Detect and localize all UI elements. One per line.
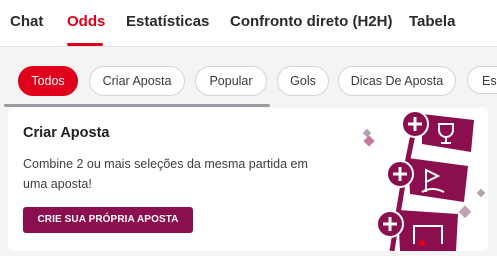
filter-es-partial[interactable]: Es xyxy=(467,66,497,94)
tab-tabela[interactable]: Tabela xyxy=(409,13,455,30)
horizontal-scrollbar[interactable] xyxy=(4,104,270,107)
card-description: Combine 2 ou mais seleções da mesma part… xyxy=(23,157,308,191)
filter-dicas-de-aposta[interactable]: Dicas De Aposta xyxy=(338,66,456,96)
decor-diamond-icon xyxy=(476,188,486,198)
create-bet-button[interactable]: CRIE SUA PRÓPRIA APOSTA xyxy=(23,207,193,233)
bet-builder-card: Criar Aposta Combine 2 ou mais seleções … xyxy=(8,108,488,251)
decor-diamond-icon xyxy=(458,205,472,219)
tab-estatisticas[interactable]: Estatísticas xyxy=(126,13,209,30)
top-tab-bar: Chat Odds Estatísticas Confronto direto … xyxy=(0,0,497,47)
filter-chips: Todos Criar Aposta Popular Gols Dicas De… xyxy=(0,66,497,96)
tab-odds[interactable]: Odds xyxy=(67,13,105,30)
filter-gols[interactable]: Gols xyxy=(277,66,329,96)
active-tab-indicator xyxy=(67,43,103,46)
card-title: Criar Aposta xyxy=(23,125,110,141)
tab-chat[interactable]: Chat xyxy=(10,13,43,30)
decor-diamond-icon xyxy=(363,135,375,147)
bet-builder-illustration xyxy=(362,110,486,251)
filter-todos[interactable]: Todos xyxy=(18,66,78,96)
tab-h2h[interactable]: Confronto direto (H2H) xyxy=(230,13,392,30)
decor-diamond-icon xyxy=(362,128,372,138)
goal-card-icon xyxy=(376,210,458,251)
filter-popular[interactable]: Popular xyxy=(195,66,267,96)
filter-criar-aposta[interactable]: Criar Aposta xyxy=(89,66,185,96)
